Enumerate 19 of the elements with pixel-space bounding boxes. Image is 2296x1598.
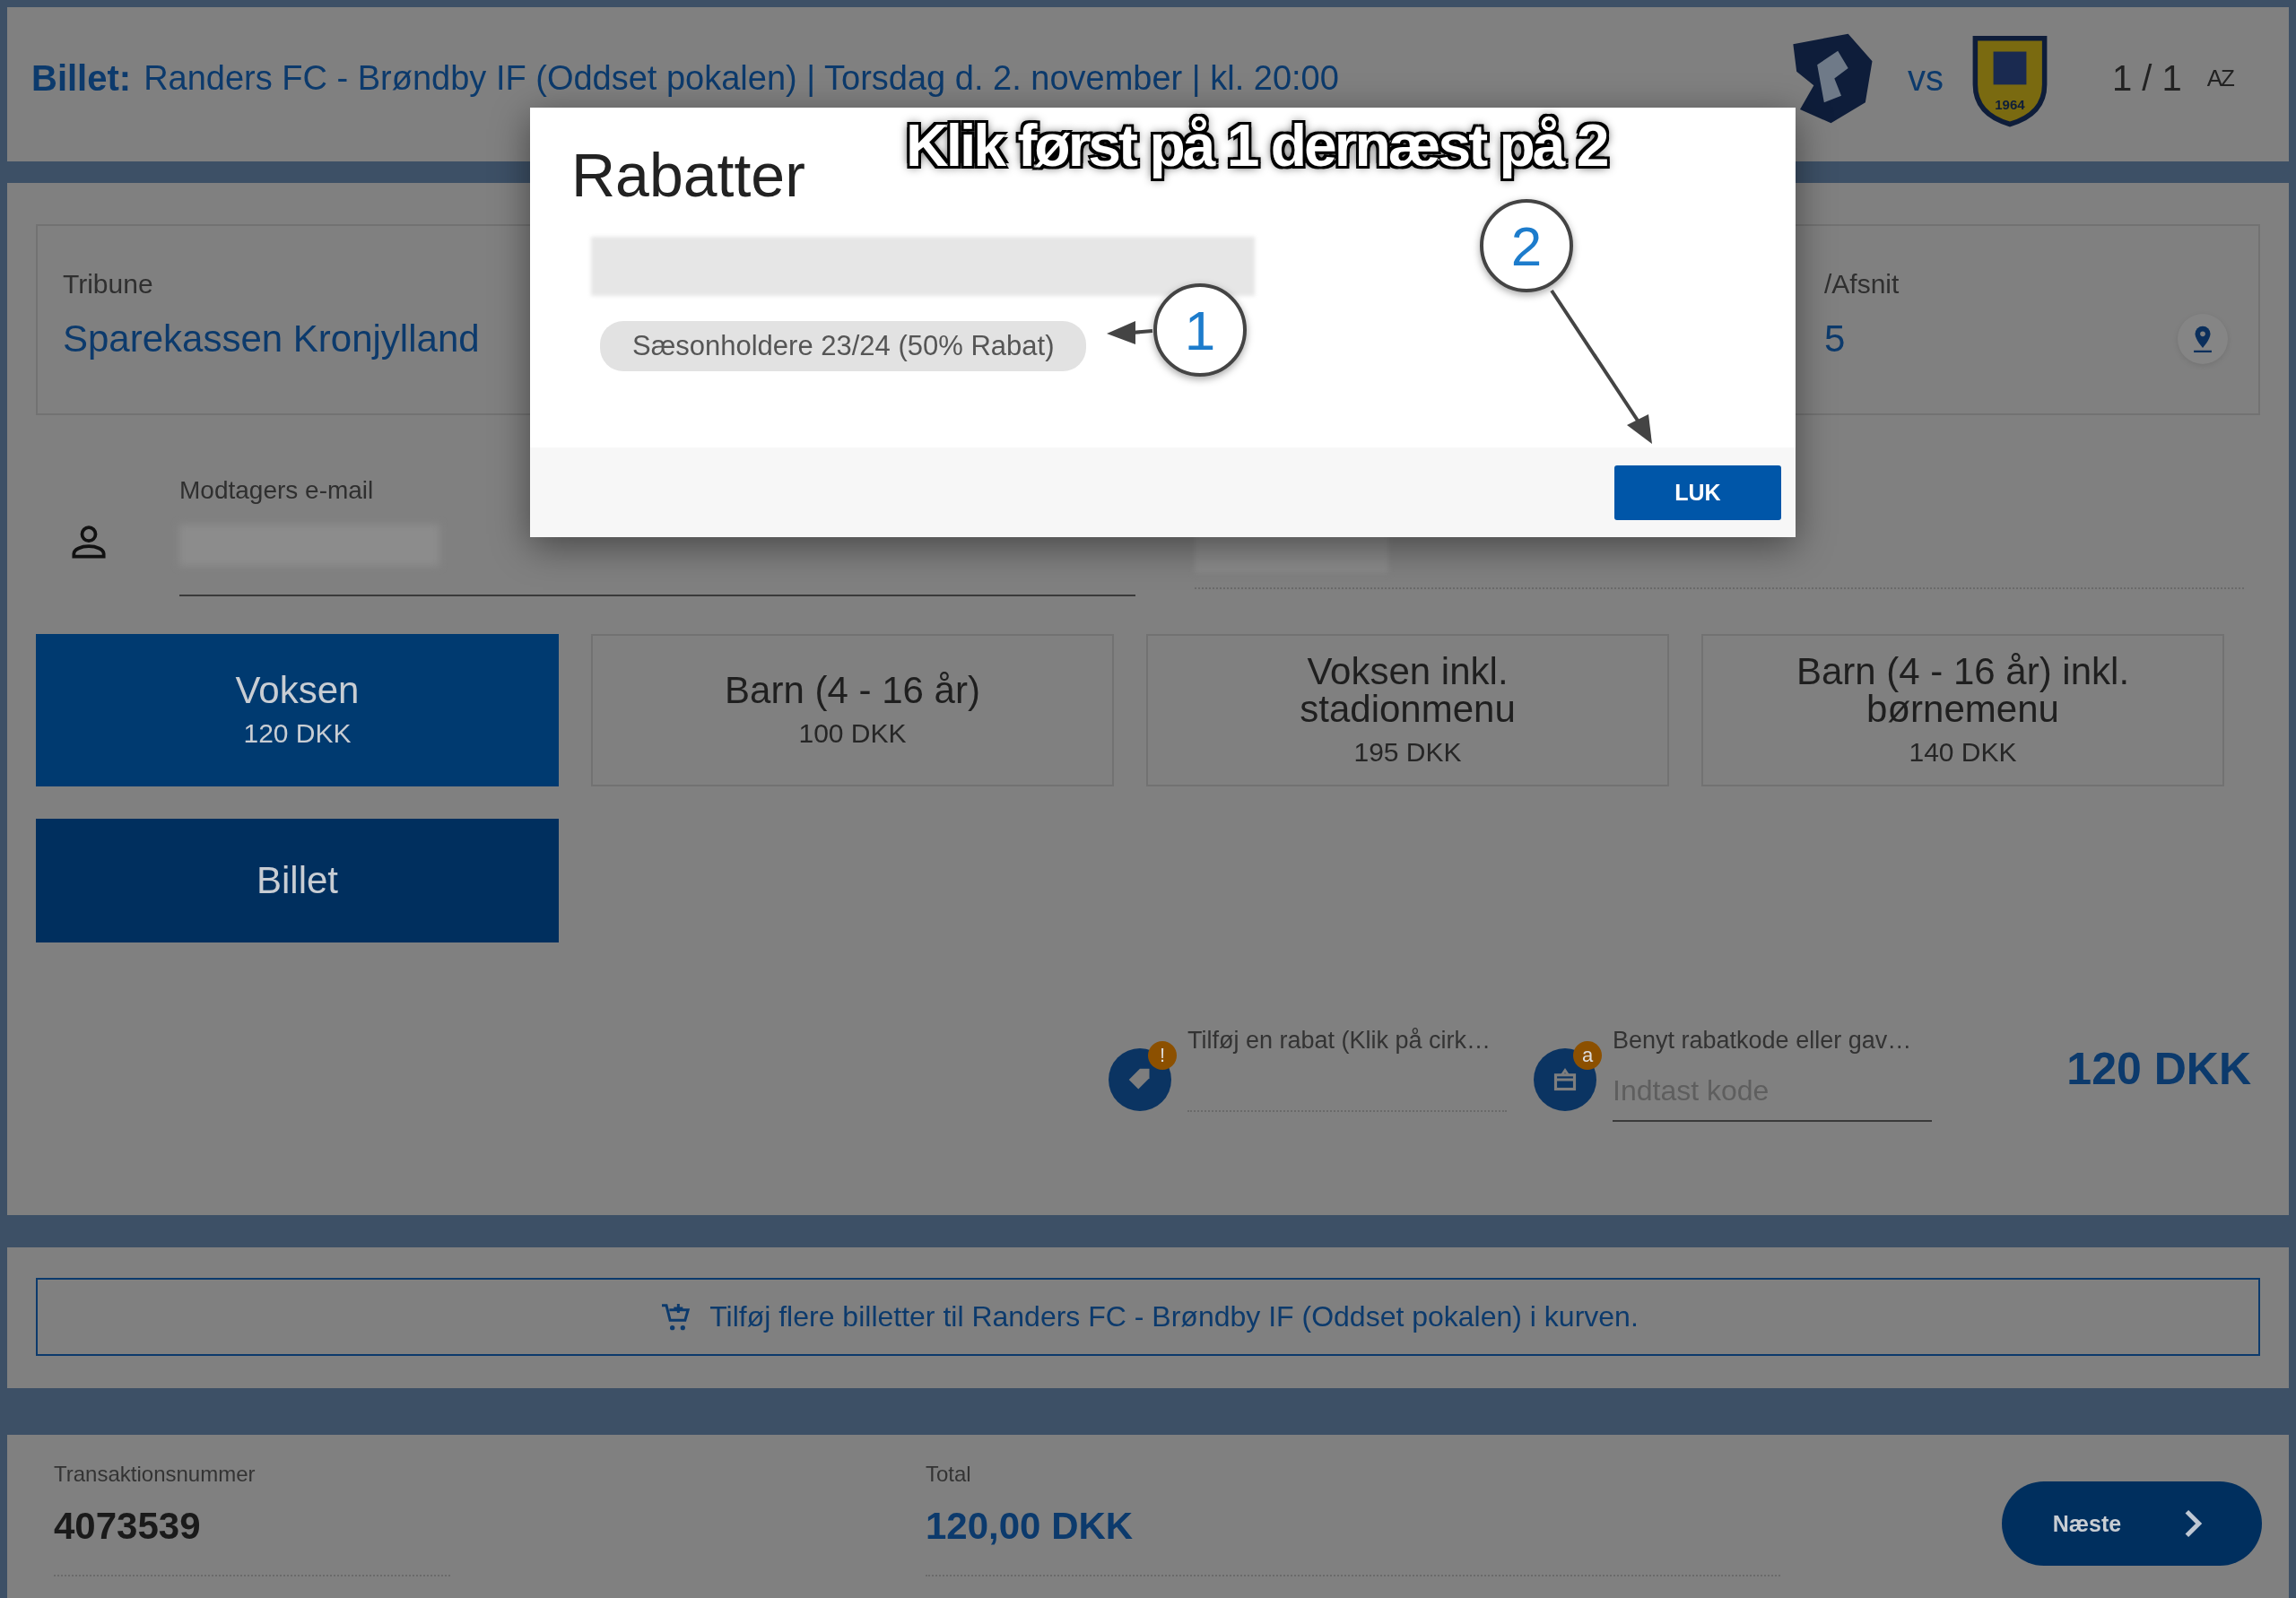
ticket-label: Billet: xyxy=(31,57,132,99)
versus-label: vs xyxy=(1907,57,1944,99)
field-label: Total xyxy=(926,1462,972,1487)
field-value: Sparekassen Kronjylland xyxy=(63,317,480,360)
field-label: Benyt rabatkode eller gav… xyxy=(1613,1027,1913,1055)
total-amount: 120,00 DKK xyxy=(926,1505,1135,1548)
field-value: 5 xyxy=(1824,317,1846,360)
field-label: Modtagers e-mail xyxy=(179,476,375,505)
field-label: Tilføj en rabat (Klik på cirk… xyxy=(1187,1027,1492,1055)
field-label: Tribune xyxy=(63,269,153,300)
alert-badge: ! xyxy=(1148,1041,1177,1070)
transaction-number: 4073539 xyxy=(54,1505,202,1548)
dialog-title: Rabatter xyxy=(571,140,805,210)
line-price: 120 DKK xyxy=(2066,1043,2251,1095)
event-title: Randers FC - Brøndby IF (Oddset pokalen) | Torsdag d. 2. november | kl. 20:00 xyxy=(144,58,1339,98)
count-badge: a xyxy=(1573,1041,1602,1070)
page-counter: 1 / 1 xyxy=(2111,57,2182,99)
field-label: /Afsnit xyxy=(1824,269,1900,300)
field-label: Transaktionsnummer xyxy=(54,1462,257,1487)
